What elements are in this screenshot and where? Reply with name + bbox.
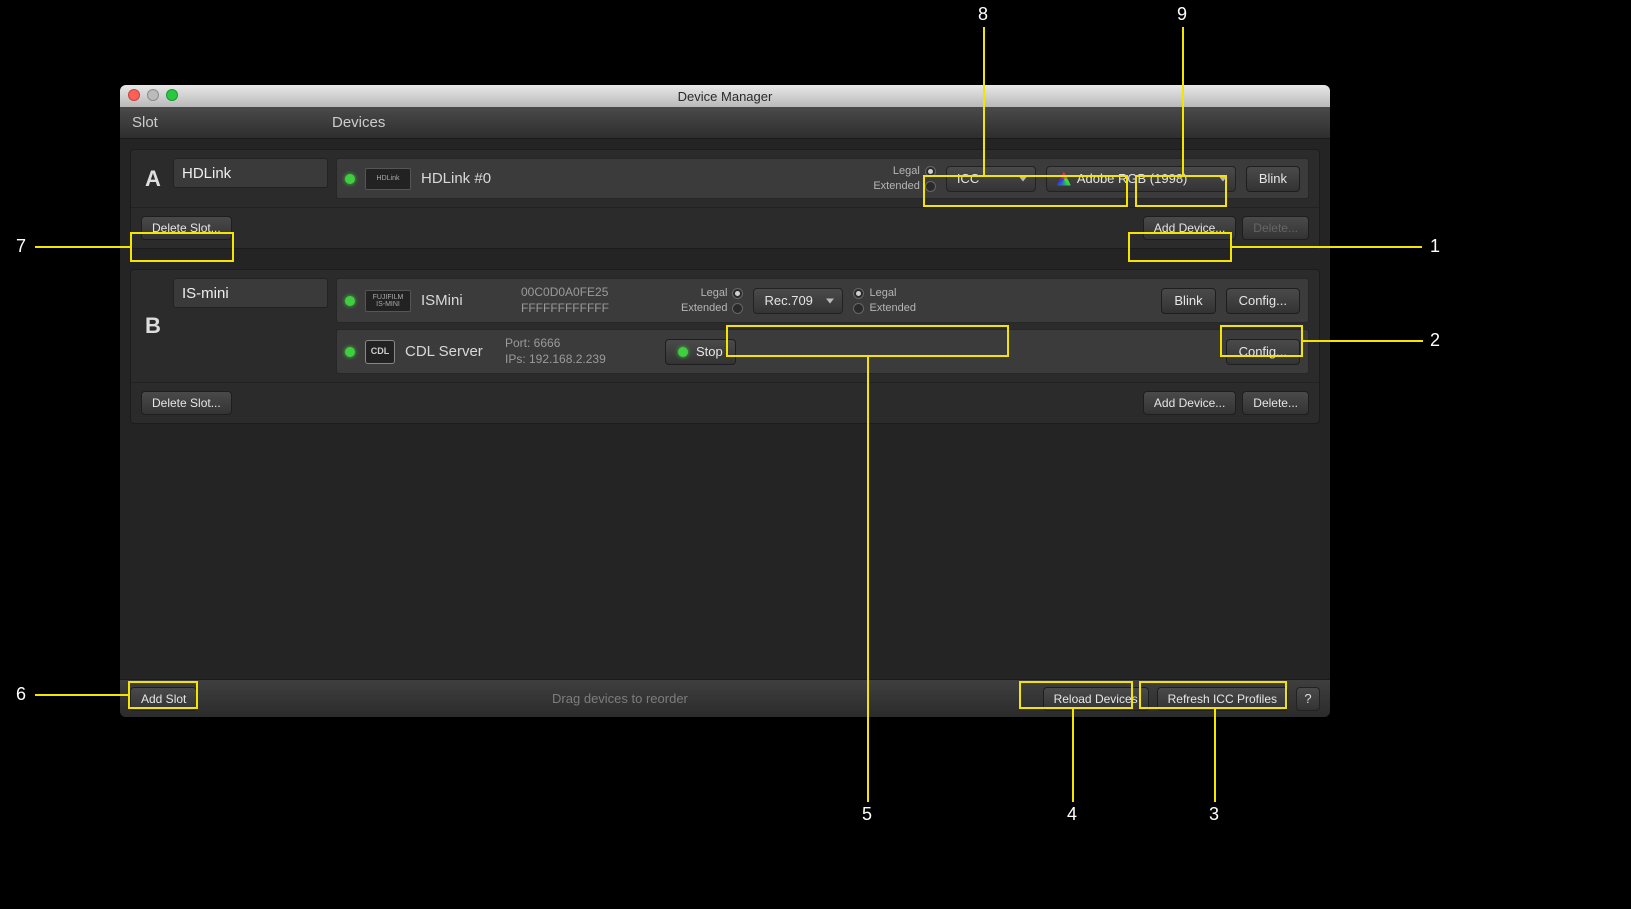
annotation-9: 9 [1177,4,1187,25]
reload-devices-button[interactable]: Reload Devices [1043,687,1149,711]
annotation-2: 2 [1430,330,1440,351]
refresh-icc-button[interactable]: Refresh ICC Profiles [1157,687,1288,711]
minimize-window-button[interactable] [147,89,159,101]
ismini-device-icon: FUJIFILM IS-MINI [365,290,411,312]
hdlink-device-icon: HDLink [365,168,411,190]
delete-device-button[interactable]: Delete... [1242,391,1309,415]
input-range-extended-radio[interactable] [925,181,936,192]
device-row-ismini[interactable]: FUJIFILM IS-MINI ISMini 00C0D0A0FE25 FFF… [336,278,1309,323]
device-info: Port: 6666 IPs: 192.168.2.239 [505,336,655,367]
input-range-radio-group: Legal Extended [873,165,935,192]
delete-slot-button[interactable]: Delete Slot... [141,391,232,415]
slot-name-input[interactable]: HDLink [173,158,328,188]
header-slot: Slot [132,114,332,131]
slot-letter: A [141,158,165,199]
delete-device-button: Delete... [1242,216,1309,240]
radio-label-extended: Extended [869,302,915,314]
output-range-extended-radio[interactable] [853,303,864,314]
window-controls [128,89,178,101]
annotation-4: 4 [1067,804,1077,825]
annotation-5: 5 [862,804,872,825]
device-manager-window: Device Manager Slot Devices A HDLink HDL… [120,85,1330,717]
status-led-icon [345,296,355,306]
annotation-1: 1 [1430,236,1440,257]
close-window-button[interactable] [128,89,140,101]
slot-a: A HDLink HDLink HDLink #0 Legal [130,149,1320,249]
add-slot-button[interactable]: Add Slot [130,687,197,711]
stop-button[interactable]: Stop [665,339,736,365]
annotation-7: 7 [16,236,26,257]
config-button[interactable]: Config... [1226,288,1300,314]
slot-name-input[interactable]: IS-mini [173,278,328,308]
slot-b: B IS-mini FUJIFILM IS-MINI ISMini 00C0D0… [130,269,1320,424]
columns-header: Slot Devices [120,107,1330,139]
add-device-button[interactable]: Add Device... [1143,216,1236,240]
blink-button[interactable]: Blink [1161,288,1215,314]
device-name: HDLink #0 [421,170,511,187]
delete-slot-button[interactable]: Delete Slot... [141,216,232,240]
input-range-legal-radio[interactable] [925,166,936,177]
input-range-radio-group: Legal Extended [681,287,743,314]
window-body: A HDLink HDLink HDLink #0 Legal [120,139,1330,454]
status-led-icon [345,174,355,184]
annotation-8: 8 [978,4,988,25]
radio-label-extended: Extended [873,180,919,192]
annotation-6: 6 [16,684,26,705]
zoom-window-button[interactable] [166,89,178,101]
blink-button[interactable]: Blink [1246,166,1300,192]
icc-profile-select[interactable]: Adobe RGB (1998) [1046,166,1236,192]
help-button[interactable]: ? [1296,687,1320,711]
output-range-legal-radio[interactable] [853,288,864,299]
device-name: CDL Server [405,343,495,360]
window-footer: Add Slot Drag devices to reorder Reload … [120,679,1330,717]
window-title: Device Manager [678,89,773,104]
annotation-3: 3 [1209,804,1219,825]
config-button[interactable]: Config... [1226,339,1300,365]
titlebar: Device Manager [120,85,1330,107]
device-name: ISMini [421,292,511,309]
radio-label-extended: Extended [681,302,727,314]
device-row-cdl-server[interactable]: CDL CDL Server Port: 6666 IPs: 192.168.2… [336,329,1309,374]
color-profile-icon [1057,172,1071,186]
radio-label-legal: Legal [701,287,728,299]
radio-label-legal: Legal [869,287,896,299]
color-mode-select[interactable]: ICC [946,166,1036,192]
device-row-hdlink[interactable]: HDLink HDLink #0 Legal Extended [336,158,1309,199]
output-range-radio-group: Legal Extended [853,287,915,314]
slot-letter: B [141,278,165,374]
radio-label-legal: Legal [893,165,920,177]
input-range-legal-radio[interactable] [732,288,743,299]
color-mode-select[interactable]: Rec.709 [753,288,843,314]
cdl-device-icon: CDL [365,340,395,364]
status-led-icon [678,347,688,357]
add-device-button[interactable]: Add Device... [1143,391,1236,415]
footer-hint: Drag devices to reorder [205,691,1034,706]
status-led-icon [345,347,355,357]
input-range-extended-radio[interactable] [732,303,743,314]
device-info: 00C0D0A0FE25 FFFFFFFFFFFF [521,285,671,316]
header-devices: Devices [332,114,1318,131]
